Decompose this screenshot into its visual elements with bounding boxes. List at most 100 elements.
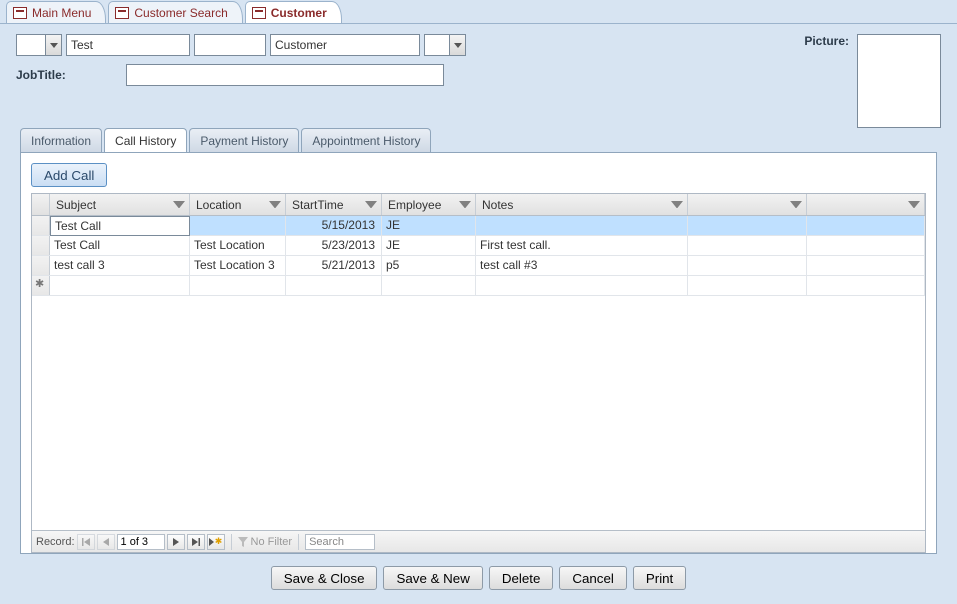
nav-first-button[interactable] [77,534,95,550]
cell-location[interactable] [190,216,286,235]
record-position-input[interactable] [117,534,165,550]
chevron-down-icon [365,201,377,209]
col-extra-2[interactable] [807,194,926,215]
chevron-down-icon [449,35,465,55]
window-tab-label: Customer Search [134,6,227,20]
nav-last-button[interactable] [187,534,205,550]
cell-start[interactable]: 5/15/2013 [286,216,382,235]
row-selector-header[interactable] [32,194,50,215]
row-selector-new[interactable] [32,276,50,295]
delete-button[interactable]: Delete [489,566,554,590]
nav-new-button[interactable]: ✱ [207,534,225,550]
window-tab-customer-search[interactable]: Customer Search [108,1,242,23]
prefix-combo[interactable] [16,34,62,56]
cell-subject[interactable]: Test Call [50,236,190,255]
window-tab-label: Main Menu [32,6,91,20]
last-name-field[interactable]: Customer [270,34,420,56]
cell-subject[interactable]: test call 3 [50,256,190,275]
form-icon [13,7,27,19]
col-subject[interactable]: Subject [50,194,190,215]
col-employee[interactable]: Employee [382,194,476,215]
cell-employee[interactable]: JE [382,216,476,235]
cell-extra[interactable] [807,216,926,235]
col-notes[interactable]: Notes [476,194,688,215]
first-name-field[interactable]: Test [66,34,190,56]
form-icon [115,7,129,19]
col-starttime[interactable]: StartTime [286,194,382,215]
cell-start[interactable] [286,276,382,295]
form-icon [252,7,266,19]
cell-subject[interactable]: Test Call [50,216,190,236]
cell-extra[interactable] [688,216,807,235]
tab-call-history[interactable]: Call History [104,128,187,152]
chevron-down-icon [671,201,683,209]
window-tab-customer[interactable]: Customer [245,1,342,23]
window-tab-main-menu[interactable]: Main Menu [6,1,106,23]
cell-start[interactable]: 5/21/2013 [286,256,382,275]
form-area: Test Customer JobTitle: [0,24,957,604]
window-tab-bar: Main Menu Customer Search Customer [0,0,957,24]
row-selector[interactable] [32,216,50,235]
chevron-down-icon [269,201,281,209]
row-selector[interactable] [32,256,50,275]
window-tab-label: Customer [271,6,327,20]
middle-name-field[interactable] [194,34,266,56]
cell-employee[interactable] [382,276,476,295]
row-selector[interactable] [32,236,50,255]
cell-extra[interactable] [688,256,807,275]
cell-subject[interactable] [50,276,190,295]
col-location[interactable]: Location [190,194,286,215]
chevron-down-icon [45,35,61,55]
cell-start[interactable]: 5/23/2013 [286,236,382,255]
add-call-button[interactable]: Add Call [31,163,107,187]
chevron-down-icon [790,201,802,209]
save-close-button[interactable]: Save & Close [271,566,378,590]
jobtitle-label: JobTitle: [16,68,66,82]
chevron-down-icon [908,201,920,209]
cell-extra[interactable] [807,236,926,255]
cell-extra[interactable] [688,236,807,255]
filter-indicator[interactable]: No Filter [238,536,293,548]
cell-extra[interactable] [807,256,926,275]
cell-employee[interactable]: p5 [382,256,476,275]
grid-new-row[interactable] [32,276,925,296]
grid-body: Test Call 5/15/2013 JE Test Call Test Lo… [32,216,925,530]
nav-prev-button[interactable] [97,534,115,550]
chevron-down-icon [173,201,185,209]
save-new-button[interactable]: Save & New [383,566,482,590]
picture-box[interactable] [857,34,941,128]
cell-location[interactable] [190,276,286,295]
nav-next-button[interactable] [167,534,185,550]
call-grid: Subject Location StartTime Employee Note… [31,193,926,553]
cell-extra[interactable] [807,276,926,295]
funnel-icon [238,537,248,547]
cell-location[interactable]: Test Location 3 [190,256,286,275]
grid-row[interactable]: Test Call Test Location 5/23/2013 JE Fir… [32,236,925,256]
suffix-combo[interactable] [424,34,466,56]
cell-notes[interactable] [476,276,688,295]
cell-notes[interactable]: test call #3 [476,256,688,275]
grid-row[interactable]: Test Call 5/15/2013 JE [32,216,925,236]
tab-information[interactable]: Information [20,128,102,152]
cancel-button[interactable]: Cancel [559,566,627,590]
grid-search-input[interactable] [305,534,375,550]
tab-appointment-history[interactable]: Appointment History [301,128,431,152]
cell-extra[interactable] [688,276,807,295]
jobtitle-field[interactable] [126,64,444,86]
cell-location[interactable]: Test Location [190,236,286,255]
cell-employee[interactable]: JE [382,236,476,255]
record-label: Record: [36,536,75,548]
chevron-down-icon [459,201,471,209]
record-navigator: Record: ✱ No Filter [32,530,925,552]
col-extra-1[interactable] [688,194,807,215]
cell-notes[interactable] [476,216,688,235]
tab-payment-history[interactable]: Payment History [189,128,299,152]
grid-header: Subject Location StartTime Employee Note… [32,194,925,216]
form-header: Test Customer JobTitle: [16,34,941,128]
action-bar: Save & Close Save & New Delete Cancel Pr… [16,560,941,600]
picture-label: Picture: [804,34,849,48]
print-button[interactable]: Print [633,566,686,590]
cell-notes[interactable]: First test call. [476,236,688,255]
grid-row[interactable]: test call 3 Test Location 3 5/21/2013 p5… [32,256,925,276]
detail-tabs: Information Call History Payment History… [20,128,937,152]
